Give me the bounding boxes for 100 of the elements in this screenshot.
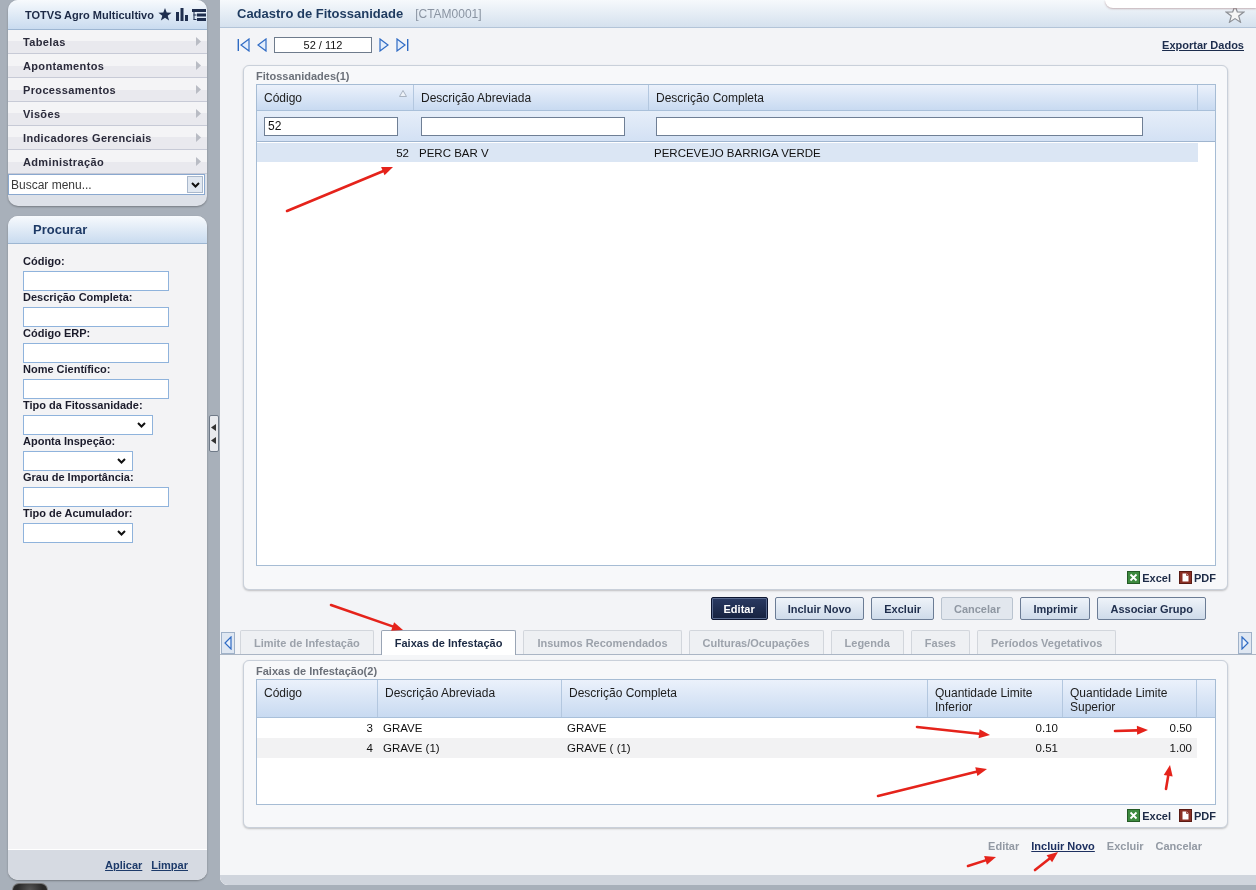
- annotation-arrow: [966, 856, 996, 868]
- export-data-link[interactable]: Exportar Dados: [1162, 39, 1244, 51]
- next-page-icon[interactable]: [379, 38, 389, 52]
- table-cell: GRAVE: [567, 722, 607, 734]
- action-button[interactable]: Imprimir: [1020, 597, 1091, 620]
- select-field[interactable]: [23, 415, 153, 435]
- text-field[interactable]: [23, 379, 169, 399]
- select-field[interactable]: [23, 523, 133, 543]
- annotation-arrow: [1033, 852, 1058, 872]
- dropdown-button[interactable]: [187, 176, 203, 193]
- grid-caption: Faixas de Infestação(2): [256, 664, 379, 679]
- field-label: Código:: [23, 255, 66, 268]
- table-cell: 4: [366, 742, 373, 754]
- export-link[interactable]: PDF: [1179, 571, 1216, 584]
- previous-page-icon[interactable]: [257, 38, 267, 52]
- field-label: Grau de Importância:: [23, 471, 135, 484]
- scroll-right-button[interactable]: [1238, 631, 1252, 654]
- page-number-field[interactable]: 52 / 112: [274, 37, 372, 53]
- submenu-arrow-icon: [196, 157, 201, 166]
- table-cell: 0.50: [1169, 722, 1192, 734]
- app-title: TOTVS Agro Multicultivo: [25, 8, 154, 21]
- double-arrow-left-icon: [211, 423, 216, 444]
- submenu-arrow-icon: [196, 85, 201, 94]
- spreadsheet-icon: [1127, 571, 1141, 584]
- table-cell: 0.51: [1035, 742, 1058, 754]
- field-label: Código ERP:: [23, 327, 92, 340]
- export-link[interactable]: Excel: [1127, 571, 1171, 584]
- text-field[interactable]: [23, 271, 169, 291]
- field-label: Tipo da Fitossanidade:: [23, 399, 144, 412]
- table-row[interactable]: 52 PERC BAR V PERCEVEJO BARRIGA VERDE: [257, 143, 1198, 162]
- filter-field[interactable]: 52: [264, 116, 398, 136]
- splitter-handle[interactable]: [208, 415, 219, 452]
- menu-item[interactable]: Administração: [8, 150, 207, 174]
- grid-caption: Fitossanidades(1): [256, 69, 351, 84]
- last-page-icon[interactable]: [396, 38, 409, 52]
- action-button[interactable]: Associar Grupo: [1097, 597, 1206, 620]
- table-cell: 1.00: [1169, 742, 1192, 754]
- page-title: Cadastro de Fitossanidade: [237, 6, 404, 21]
- chevron-down-icon: [190, 181, 200, 188]
- filter-field[interactable]: [656, 116, 1143, 136]
- table-cell: 3: [366, 722, 373, 734]
- menu-item[interactable]: Apontamentos: [8, 54, 207, 78]
- scroll-left-button[interactable]: [221, 631, 235, 654]
- field-label: Tipo de Acumulador:: [23, 507, 134, 520]
- bar-chart-icon[interactable]: [175, 8, 188, 21]
- menu-item[interactable]: Visões: [8, 102, 207, 126]
- sort-ascending-icon: [399, 90, 407, 97]
- filter-field[interactable]: [421, 116, 625, 136]
- menu-search-field[interactable]: Buscar menu...: [8, 174, 205, 195]
- spreadsheet-icon: [1127, 809, 1141, 822]
- export-link[interactable]: Excel: [1127, 809, 1171, 822]
- action-button[interactable]: Editar: [710, 597, 768, 620]
- triangle-right-icon: [1241, 635, 1249, 650]
- table-row[interactable]: 4 GRAVE (1) GRAVE ( (1) 0.51 1.00: [257, 738, 1197, 758]
- text-field[interactable]: [23, 487, 169, 507]
- table-cell: GRAVE: [383, 722, 423, 734]
- submenu-arrow-icon: [196, 37, 201, 46]
- field-label: Aponta Inspeção:: [23, 435, 117, 448]
- table-cell: 52: [396, 146, 409, 159]
- star-icon[interactable]: [157, 8, 172, 21]
- chevron-down-icon: [117, 530, 126, 536]
- column-header[interactable]: Código: [257, 680, 378, 717]
- table-cell: PERCEVEJO BARRIGA VERDE: [654, 146, 821, 159]
- column-header[interactable]: Descrição Abreviada: [378, 680, 562, 717]
- column-header[interactable]: Descrição Abreviada: [414, 85, 649, 110]
- text-field[interactable]: [23, 307, 169, 327]
- triangle-left-icon: [224, 635, 232, 650]
- chevron-down-icon: [137, 422, 146, 428]
- tab[interactable]: Faixas de Infestação: [380, 630, 517, 655]
- footer-link[interactable]: Limpar: [151, 859, 188, 871]
- screen-code: [CTAM0001]: [415, 6, 482, 21]
- annotation-arrow: [1163, 765, 1173, 791]
- column-header[interactable]: Quantidade Limite Inferior: [928, 680, 1063, 717]
- menu-item[interactable]: Indicadores Gerenciais: [8, 126, 207, 150]
- column-header[interactable]: Código: [257, 85, 414, 110]
- export-link[interactable]: PDF: [1179, 809, 1216, 822]
- submenu-arrow-icon: [196, 133, 201, 142]
- table-cell: 0.10: [1035, 722, 1058, 734]
- table-cell: GRAVE ( (1): [567, 742, 631, 754]
- action-link[interactable]: Incluir Novo: [1031, 840, 1095, 852]
- annotation-arrow: [1113, 725, 1148, 735]
- field-label: Descrição Completa:: [23, 291, 134, 304]
- table-cell: GRAVE (1): [383, 742, 440, 754]
- field-label: Nome Científico:: [23, 363, 112, 376]
- column-header[interactable]: Descrição Completa: [649, 85, 1198, 110]
- first-page-icon[interactable]: [237, 38, 250, 52]
- action-button[interactable]: Excluir: [871, 597, 934, 620]
- action-button[interactable]: Incluir Novo: [774, 597, 865, 620]
- column-header[interactable]: Descrição Completa: [562, 680, 928, 717]
- select-field[interactable]: [23, 451, 133, 471]
- column-header[interactable]: Quantidade Limite Superior: [1063, 680, 1197, 717]
- submenu-arrow-icon: [196, 61, 201, 70]
- menu-item[interactable]: Tabelas: [8, 30, 207, 54]
- text-field[interactable]: [23, 343, 169, 363]
- menu-item[interactable]: Processamentos: [8, 78, 207, 102]
- submenu-arrow-icon: [196, 109, 201, 118]
- tree-list-icon[interactable]: [191, 8, 206, 21]
- document-icon: [1179, 809, 1192, 822]
- panel-title: Procurar: [8, 216, 207, 244]
- footer-link[interactable]: Aplicar: [105, 859, 143, 871]
